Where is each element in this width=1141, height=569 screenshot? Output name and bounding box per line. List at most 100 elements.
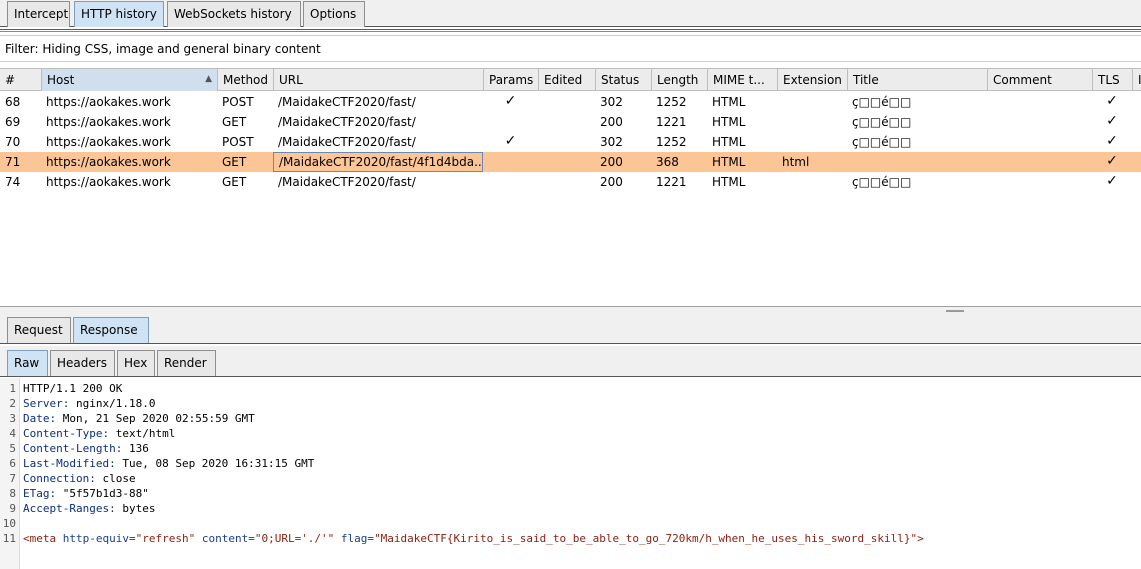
line-number: 8 [9,487,16,500]
cell-params [483,152,538,172]
message-tab-bar: Request Response [0,314,1141,344]
response-line: 3 Date: Mon, 21 Sep 2020 02:55:59 GMT [0,411,1141,426]
response-line: 7 Connection: close [0,471,1141,486]
tab-hex[interactable]: Hex [117,350,155,376]
html-tag-open: <meta [23,532,57,545]
tab-headers[interactable]: Headers [50,350,115,376]
header-name: Connection: [23,472,96,485]
checkmark-icon: ✓ [1106,93,1118,109]
cell-extension [777,92,847,112]
cell-mime-type: HTML [712,95,746,109]
tab-response[interactable]: Response [73,317,149,343]
cell-mime-type: HTML [712,155,746,169]
cell-url: /MaidakeCTF2020/fast/ [278,95,416,109]
tab-websockets-history[interactable]: WebSockets history [167,1,301,27]
line-number: 3 [9,412,16,425]
column-header-number[interactable]: # [0,69,41,91]
tab-intercept[interactable]: Intercept [7,1,70,27]
column-header-url[interactable]: URL [273,69,483,91]
column-header-ip[interactable]: I [1132,69,1141,91]
tab-raw[interactable]: Raw [7,350,48,376]
cell-method: GET [222,115,247,129]
table-header: # Host ▲ Method URL Params Edited Status … [0,68,1141,91]
html-attr-name: content= [195,532,255,545]
cell-params [483,172,538,192]
cell-number: 74 [5,175,21,189]
cell-host: https://aokakes.work [46,175,171,189]
cell-host: https://aokakes.work [46,135,171,149]
cell-url: /MaidakeCTF2020/fast/ [278,135,416,149]
tab-http-history[interactable]: HTTP history [74,1,164,27]
table-row[interactable]: 74 https://aokakes.work GET /MaidakeCTF2… [0,172,1141,192]
tab-request[interactable]: Request [7,317,71,343]
cell-url: /MaidakeCTF2020/fast/ [278,175,416,189]
tab-options[interactable]: Options [303,1,365,27]
cell-status: 302 [600,135,623,149]
checkmark-icon: ✓ [1106,113,1118,129]
column-header-method[interactable]: Method [217,69,273,91]
table-row[interactable]: 69 https://aokakes.work GET /MaidakeCTF2… [0,112,1141,132]
divider [0,31,1141,32]
line-number: 9 [9,502,16,515]
line-number: 2 [9,397,16,410]
cell-method: POST [222,95,254,109]
cell-number: 68 [5,95,21,109]
cell-mime-type: HTML [712,135,746,149]
status-line: HTTP/1.1 200 OK [23,382,123,395]
column-header-mime-type[interactable]: MIME t... [707,69,777,91]
cell-title: ç□□é□□ [852,115,912,129]
column-header-edited[interactable]: Edited [538,69,595,91]
response-line: 10 [0,516,1141,531]
column-header-params[interactable]: Params [483,69,538,91]
header-name: Content-Length: [23,442,123,455]
splitter-grip-icon[interactable] [946,310,964,312]
column-header-extension[interactable]: Extension [777,69,847,91]
cell-host: https://aokakes.work [46,155,171,169]
column-header-label: Host [47,73,75,87]
header-name: Accept-Ranges: [23,502,116,515]
cell-status: 302 [600,95,623,109]
cell-length: 368 [656,155,679,169]
cell-status: 200 [600,115,623,129]
filter-bar[interactable]: Filter: Hiding CSS, image and general bi… [0,35,1141,62]
response-raw-editor[interactable]: 1 HTTP/1.1 200 OK 2 Server: nginx/1.18.0… [0,378,1141,569]
line-number: 5 [9,442,16,455]
header-value: bytes [115,502,156,515]
tool-tab-bar: Intercept HTTP history WebSockets histor… [0,0,1141,27]
cell-url[interactable]: /MaidakeCTF2020/fast/4f1d4bda... [273,152,483,172]
table-row[interactable]: 70 https://aokakes.work POST /MaidakeCTF… [0,132,1141,152]
tab-render[interactable]: Render [157,350,216,376]
cell-params [483,112,538,132]
line-number: 7 [9,472,16,485]
line-number: 10 [2,517,16,530]
line-number: 6 [9,457,16,470]
cell-status: 200 [600,155,623,169]
html-attr-value: "refresh" [135,532,196,545]
response-line: 1 HTTP/1.1 200 OK [0,381,1141,396]
header-value: Mon, 21 Sep 2020 02:55:59 GMT [56,412,255,425]
column-header-host[interactable]: Host ▲ [41,69,217,91]
cell-title: ç□□é□□ [852,175,912,189]
line-number: 1 [9,382,16,395]
pane-splitter[interactable] [0,306,1141,314]
header-value: 136 [122,442,149,455]
header-value: nginx/1.18.0 [69,397,156,410]
column-header-status[interactable]: Status [595,69,651,91]
checkmark-icon: ✓ [1106,153,1118,169]
cell-title [847,152,987,172]
column-header-title[interactable]: Title [847,69,987,91]
cell-number: 69 [5,115,21,129]
column-header-length[interactable]: Length [651,69,707,91]
table-row-selected[interactable]: 71 https://aokakes.work GET /MaidakeCTF2… [0,152,1141,172]
response-line: 2 Server: nginx/1.18.0 [0,396,1141,411]
column-header-tls[interactable]: TLS [1092,69,1132,91]
line-number: 11 [2,532,16,545]
checkmark-icon: ✓ [504,133,517,149]
cell-method: POST [222,135,254,149]
column-header-comment[interactable]: Comment [987,69,1092,91]
table-row[interactable]: 68 https://aokakes.work POST /MaidakeCTF… [0,92,1141,112]
header-value: "5f57b1d3-88" [56,487,149,500]
cell-length: 1252 [656,95,687,109]
cell-method: GET [222,175,247,189]
cell-extension [777,172,847,192]
